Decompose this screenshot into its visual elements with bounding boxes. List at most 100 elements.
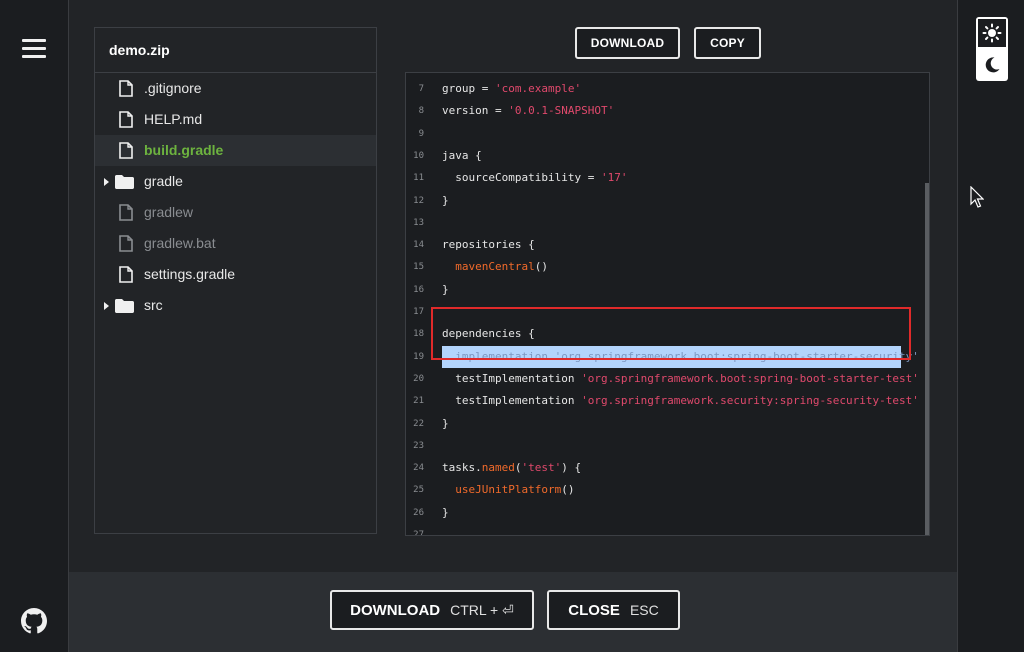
theme-switch [976, 17, 1008, 81]
code-line: 14 repositories { [406, 234, 926, 256]
code-line: 13 [406, 212, 926, 234]
tree-item-gitignore[interactable]: .gitignore [95, 73, 376, 104]
hamburger-icon[interactable] [22, 39, 46, 59]
sun-icon[interactable] [976, 17, 1008, 49]
line-number: 14 [413, 240, 424, 251]
line-number: 26 [413, 507, 424, 518]
tree-item-gradlew[interactable]: gradlew [95, 197, 376, 228]
tree-item-src-folder[interactable]: src [95, 290, 376, 321]
line-number: 11 [413, 173, 424, 184]
code-token: repositories { [442, 238, 535, 252]
code-line: 23 [406, 435, 926, 457]
code-token: } [442, 505, 449, 519]
code-token: testImplementation [442, 371, 582, 385]
file-icon [119, 142, 133, 159]
code-line: 10 java { [406, 145, 926, 167]
scrollbar[interactable] [925, 183, 929, 535]
line-number: 24 [413, 463, 424, 474]
code-text: tasks.named('test') { [442, 457, 581, 479]
code-line: 12} [406, 190, 926, 212]
code-token: ( [514, 461, 522, 475]
code-text: } [442, 190, 449, 212]
tree-item-label: gradle [144, 173, 183, 189]
code-text: } [442, 413, 449, 435]
moon-icon[interactable] [976, 49, 1008, 81]
tree-item-label: src [144, 297, 163, 313]
caret-right-icon[interactable] [104, 178, 109, 186]
footer-download-button[interactable]: DOWNLOAD CTRL + ⏎ [330, 590, 534, 630]
tree-item-label: HELP.md [144, 111, 203, 127]
code-line: 16} [406, 279, 926, 301]
code-text: sourceCompatibility = '17' [442, 167, 627, 189]
code-token: sourceCompatibility = [442, 171, 601, 185]
tree-item-settings-gradle[interactable]: settings.gradle [95, 259, 376, 290]
code-token: named [481, 461, 515, 475]
folder-icon [115, 175, 134, 189]
code-token: 'com.example' [494, 82, 582, 95]
code-token: 'org.springframework.boot:spring-boot-st… [581, 371, 919, 385]
tree-item-gradle-folder[interactable]: gradle [95, 166, 376, 197]
code-text: mavenCentral() [442, 256, 548, 278]
line-number: 7 [418, 84, 424, 94]
line-number: 23 [413, 440, 424, 451]
left-rail [0, 0, 69, 652]
file-icon [119, 80, 133, 97]
line-number: 27 [413, 530, 424, 536]
tree-item-help-md[interactable]: HELP.md [95, 104, 376, 135]
close-button[interactable]: CLOSE ESC [547, 590, 680, 630]
line-number: 16 [413, 284, 424, 295]
download-button[interactable]: DOWNLOAD [575, 27, 680, 59]
file-icon [119, 204, 133, 221]
line-number: 15 [413, 262, 424, 273]
code-text: } [442, 279, 449, 301]
code-token: java { [442, 148, 482, 162]
code-text: testImplementation 'org.springframework.… [442, 390, 919, 412]
code-token: '17' [600, 171, 628, 185]
line-number: 17 [413, 307, 424, 317]
line-number: 25 [413, 485, 424, 496]
code-token: mavenCentral [442, 260, 535, 274]
file-tree: .gitignore HELP.md build.gradle gradle g… [95, 73, 376, 321]
download-modal: demo.zip .gitignore HELP.md build.gradle [69, 0, 957, 652]
code-token: } [442, 282, 449, 296]
line-number: 19 [413, 351, 424, 362]
code-line: 22} [406, 413, 926, 435]
file-explorer: demo.zip .gitignore HELP.md build.gradle [94, 27, 377, 534]
code-line: 26} [406, 502, 926, 524]
app-root: demo.zip .gitignore HELP.md build.gradle [0, 0, 1024, 652]
code-line: 15 mavenCentral() [406, 256, 926, 278]
code-token: 'org.springframework.security:spring-sec… [581, 394, 919, 408]
code-viewer: 7 group = 'com.example' 8 version = '0.0.1-… [405, 72, 930, 536]
tree-item-gradlew-bat[interactable]: gradlew.bat [95, 228, 376, 259]
line-number: 10 [413, 150, 424, 161]
code-text: repositories { [442, 234, 535, 256]
code-token: () [561, 483, 575, 497]
code-token: } [442, 193, 449, 207]
copy-button[interactable]: COPY [694, 27, 761, 59]
caret-right-icon[interactable] [104, 302, 109, 310]
download-shortcut: CTRL + ⏎ [450, 601, 514, 618]
code-line: 8 version = '0.0.1-SNAPSHOT' [406, 100, 926, 122]
code-line: 7 group = 'com.example' [406, 78, 926, 100]
line-number: 9 [418, 128, 424, 139]
highlight-box [431, 307, 911, 360]
line-number: 12 [413, 195, 424, 206]
code-token: tasks. [442, 461, 482, 475]
line-number: 8 [418, 106, 424, 117]
code-token: () [534, 260, 548, 274]
tree-item-label: build.gradle [144, 142, 224, 158]
code-line: 27 [406, 524, 926, 536]
tree-item-build-gradle[interactable]: build.gradle [95, 135, 376, 166]
code-token: useJUnitPlatform [442, 483, 562, 497]
tree-item-label: .gitignore [144, 80, 202, 96]
github-icon[interactable] [21, 608, 47, 634]
code-token: version = [442, 104, 509, 118]
code-token: ) { [561, 461, 582, 475]
code-text: } [442, 502, 449, 524]
code-line: 9 [406, 123, 926, 145]
tree-item-label: gradlew [144, 204, 194, 220]
code-token: '0.0.1-SNAPSHOT' [508, 104, 615, 118]
folder-icon [115, 299, 134, 313]
code-line: 24 tasks.named('test') { [406, 457, 926, 479]
file-icon [119, 235, 133, 252]
